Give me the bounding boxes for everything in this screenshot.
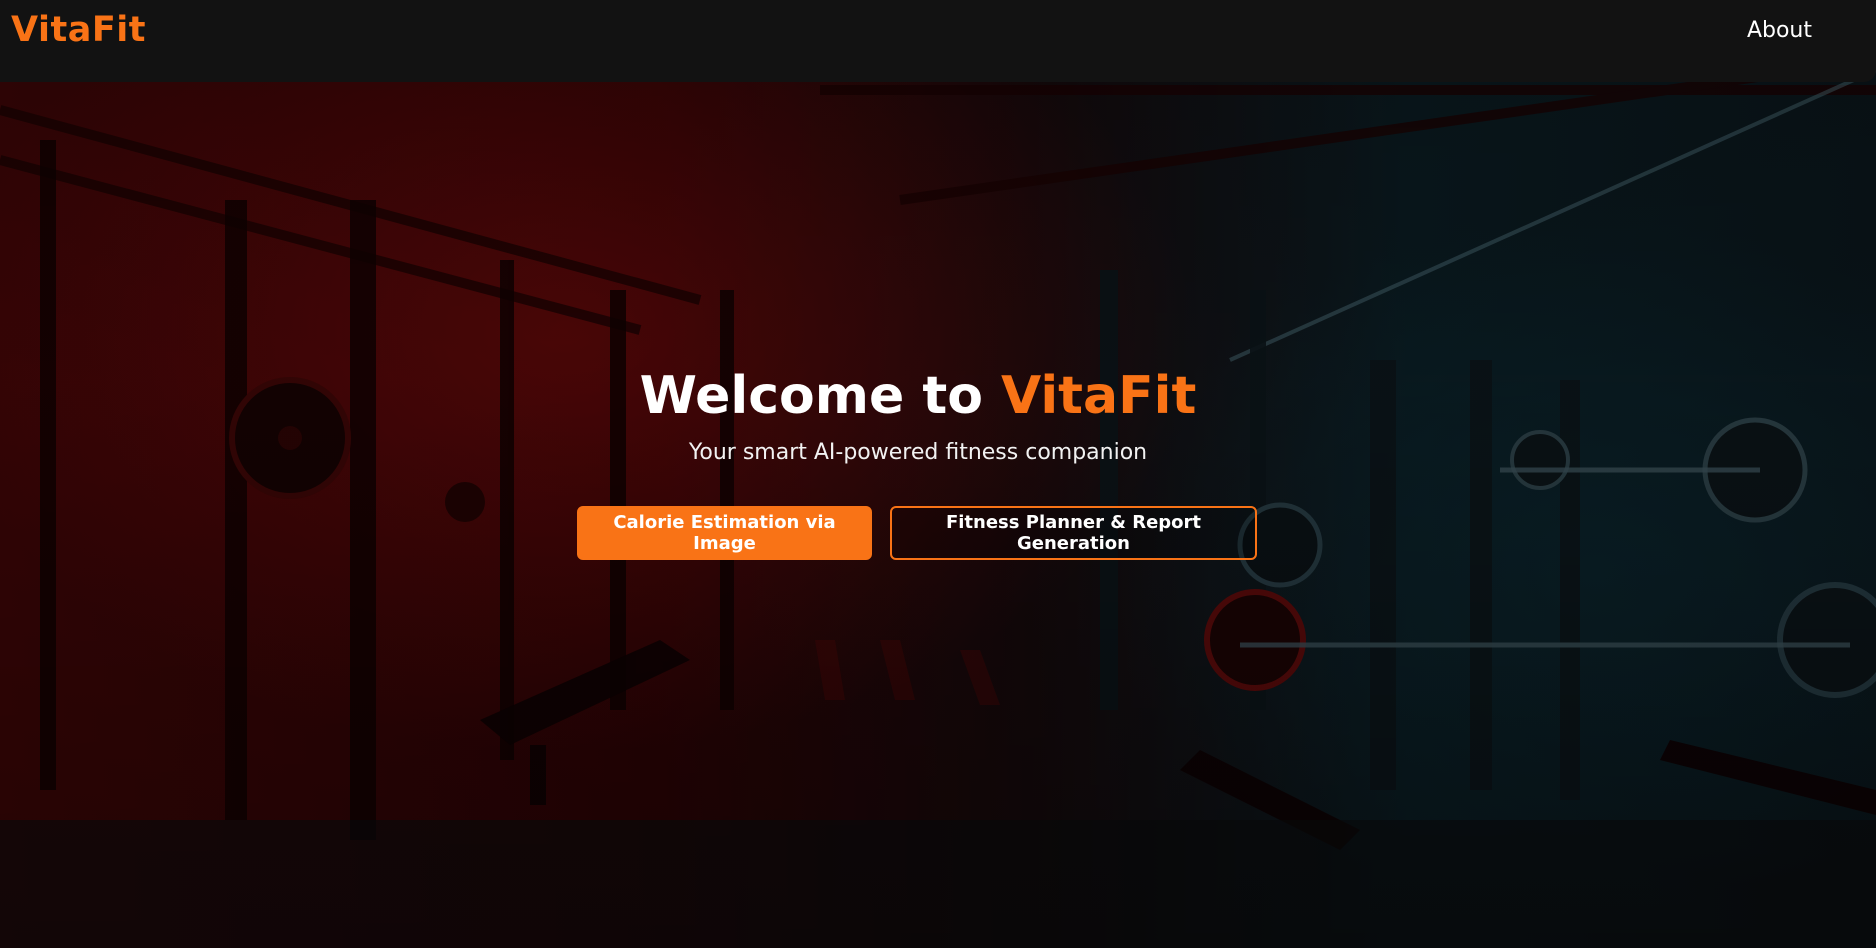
brand-logo[interactable]: VitaFit bbox=[11, 10, 146, 50]
landing-page: VitaFit About Welcome to VitaFit Your sm… bbox=[0, 0, 1876, 948]
navbar: VitaFit About bbox=[0, 0, 1876, 82]
nav-link-about[interactable]: About bbox=[1747, 18, 1812, 43]
calorie-estimation-button[interactable]: Calorie Estimation via Image bbox=[577, 506, 872, 560]
hero-subtitle: Your smart AI-powered fitness companion bbox=[688, 440, 1148, 465]
hero-title-prefix: Welcome to bbox=[639, 366, 1002, 426]
hero-title: Welcome to VitaFit bbox=[0, 366, 1836, 426]
fitness-planner-button[interactable]: Fitness Planner & Report Generation bbox=[890, 506, 1257, 560]
hero-section: Welcome to VitaFit Your smart AI-powered… bbox=[0, 0, 1876, 948]
hero-title-brand: VitaFit bbox=[1001, 366, 1197, 426]
